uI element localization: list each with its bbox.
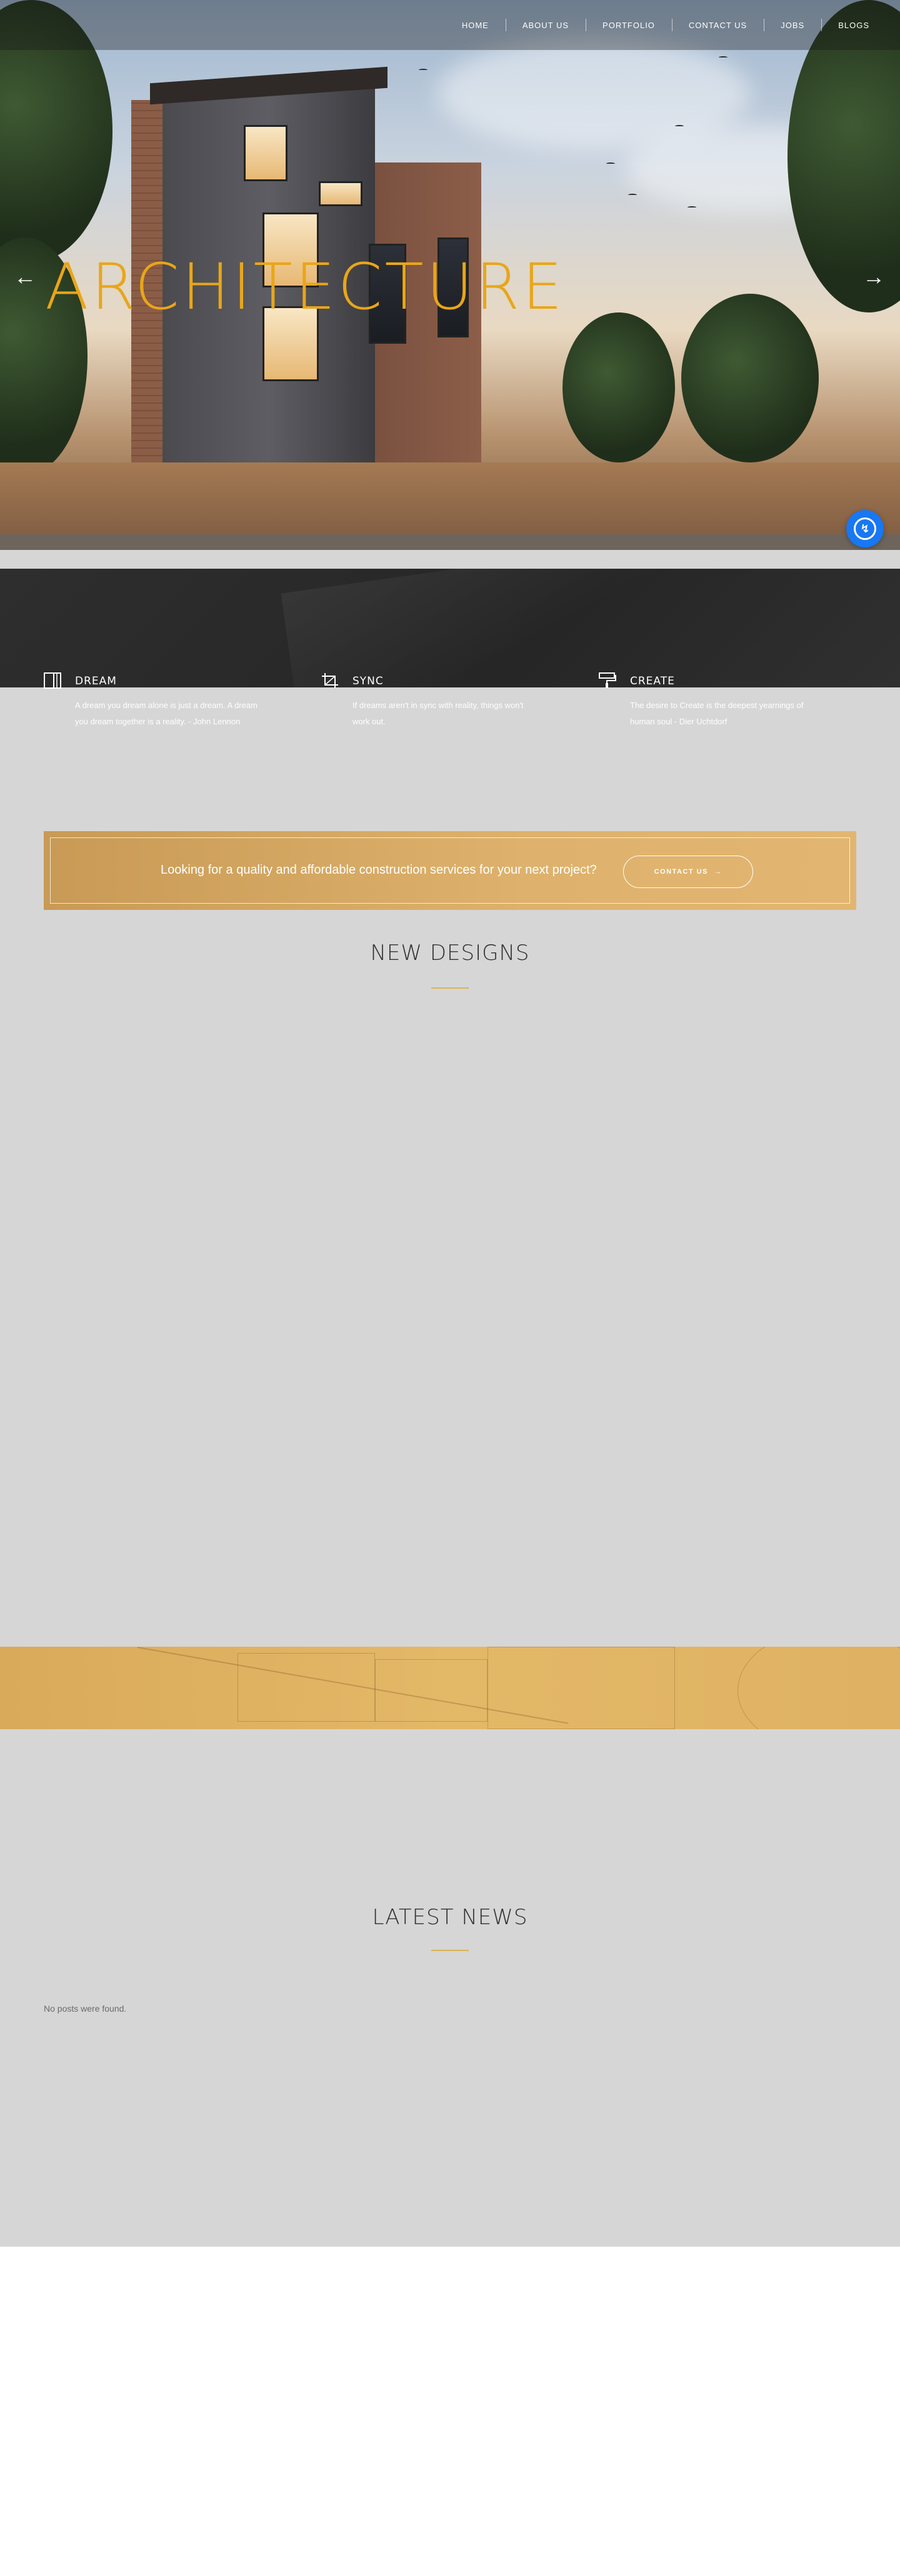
cta-banner: Looking for a quality and affordable con…	[44, 831, 856, 910]
tree	[681, 294, 819, 462]
messenger-icon[interactable]: ↯	[846, 510, 884, 547]
new-designs-title: NEW DESIGNS	[370, 941, 530, 966]
latest-news-title: LATEST NEWS	[372, 1905, 528, 1930]
sketch-arc	[738, 1647, 900, 1729]
features-band	[0, 569, 900, 687]
nav-item-jobs[interactable]: JOBS	[764, 18, 822, 31]
door-icon	[44, 672, 62, 689]
sketch-room	[375, 1659, 488, 1722]
feature-title: DREAM	[75, 675, 117, 687]
title-underline	[431, 1950, 469, 1951]
feature-title: SYNC	[352, 675, 384, 687]
nav-item-blogs[interactable]: BLOGS	[821, 21, 886, 30]
divider-band	[0, 550, 900, 569]
cta-text: Looking for a quality and affordable con…	[161, 863, 597, 877]
arrow-right-icon[interactable]: →	[862, 264, 885, 290]
blueprint-background	[281, 569, 732, 687]
nav-item-contact-us[interactable]: CONTACT US	[672, 18, 765, 31]
contact-us-button[interactable]: CONTACT US →	[623, 856, 753, 888]
arrow-left-icon[interactable]: ←	[14, 264, 36, 290]
bird	[628, 194, 637, 196]
news-area	[0, 1729, 900, 2247]
bird	[675, 125, 684, 127]
feature-text: The desire to Create is the deepest year…	[630, 701, 804, 726]
nav-item-home[interactable]: HOME	[445, 18, 506, 31]
page-footer	[0, 2247, 900, 2576]
sketch-room	[238, 1653, 375, 1722]
bird	[688, 206, 696, 209]
bird	[719, 56, 728, 59]
no-posts-message: No posts were found.	[44, 2004, 127, 2014]
blueprint-band	[0, 1647, 900, 1729]
feature-title: CREATE	[630, 675, 675, 687]
feature-text: A dream you dream alone is just a dream.…	[75, 701, 258, 726]
hero-slider: HOME ABOUT US PORTFOLIO CONTACT US JOBS …	[0, 0, 900, 550]
paint-roller-icon	[599, 672, 618, 689]
crop-icon	[321, 672, 340, 689]
street	[0, 534, 900, 550]
arrow-right-icon: →	[714, 868, 722, 876]
nav-item-about-us[interactable]: ABOUT US	[506, 18, 587, 31]
nav-item-portfolio[interactable]: PORTFOLIO	[586, 18, 672, 31]
tree	[562, 312, 675, 462]
bird	[606, 162, 615, 165]
main-nav: HOME ABOUT US PORTFOLIO CONTACT US JOBS …	[0, 0, 900, 50]
contact-us-button-label: CONTACT US	[654, 868, 708, 876]
title-underline	[431, 987, 469, 989]
feature-text: If dreams aren't in sync with reality, t…	[352, 701, 524, 726]
hero-title: ARCHITECTURE	[45, 250, 565, 324]
sketch-room	[488, 1647, 675, 1729]
